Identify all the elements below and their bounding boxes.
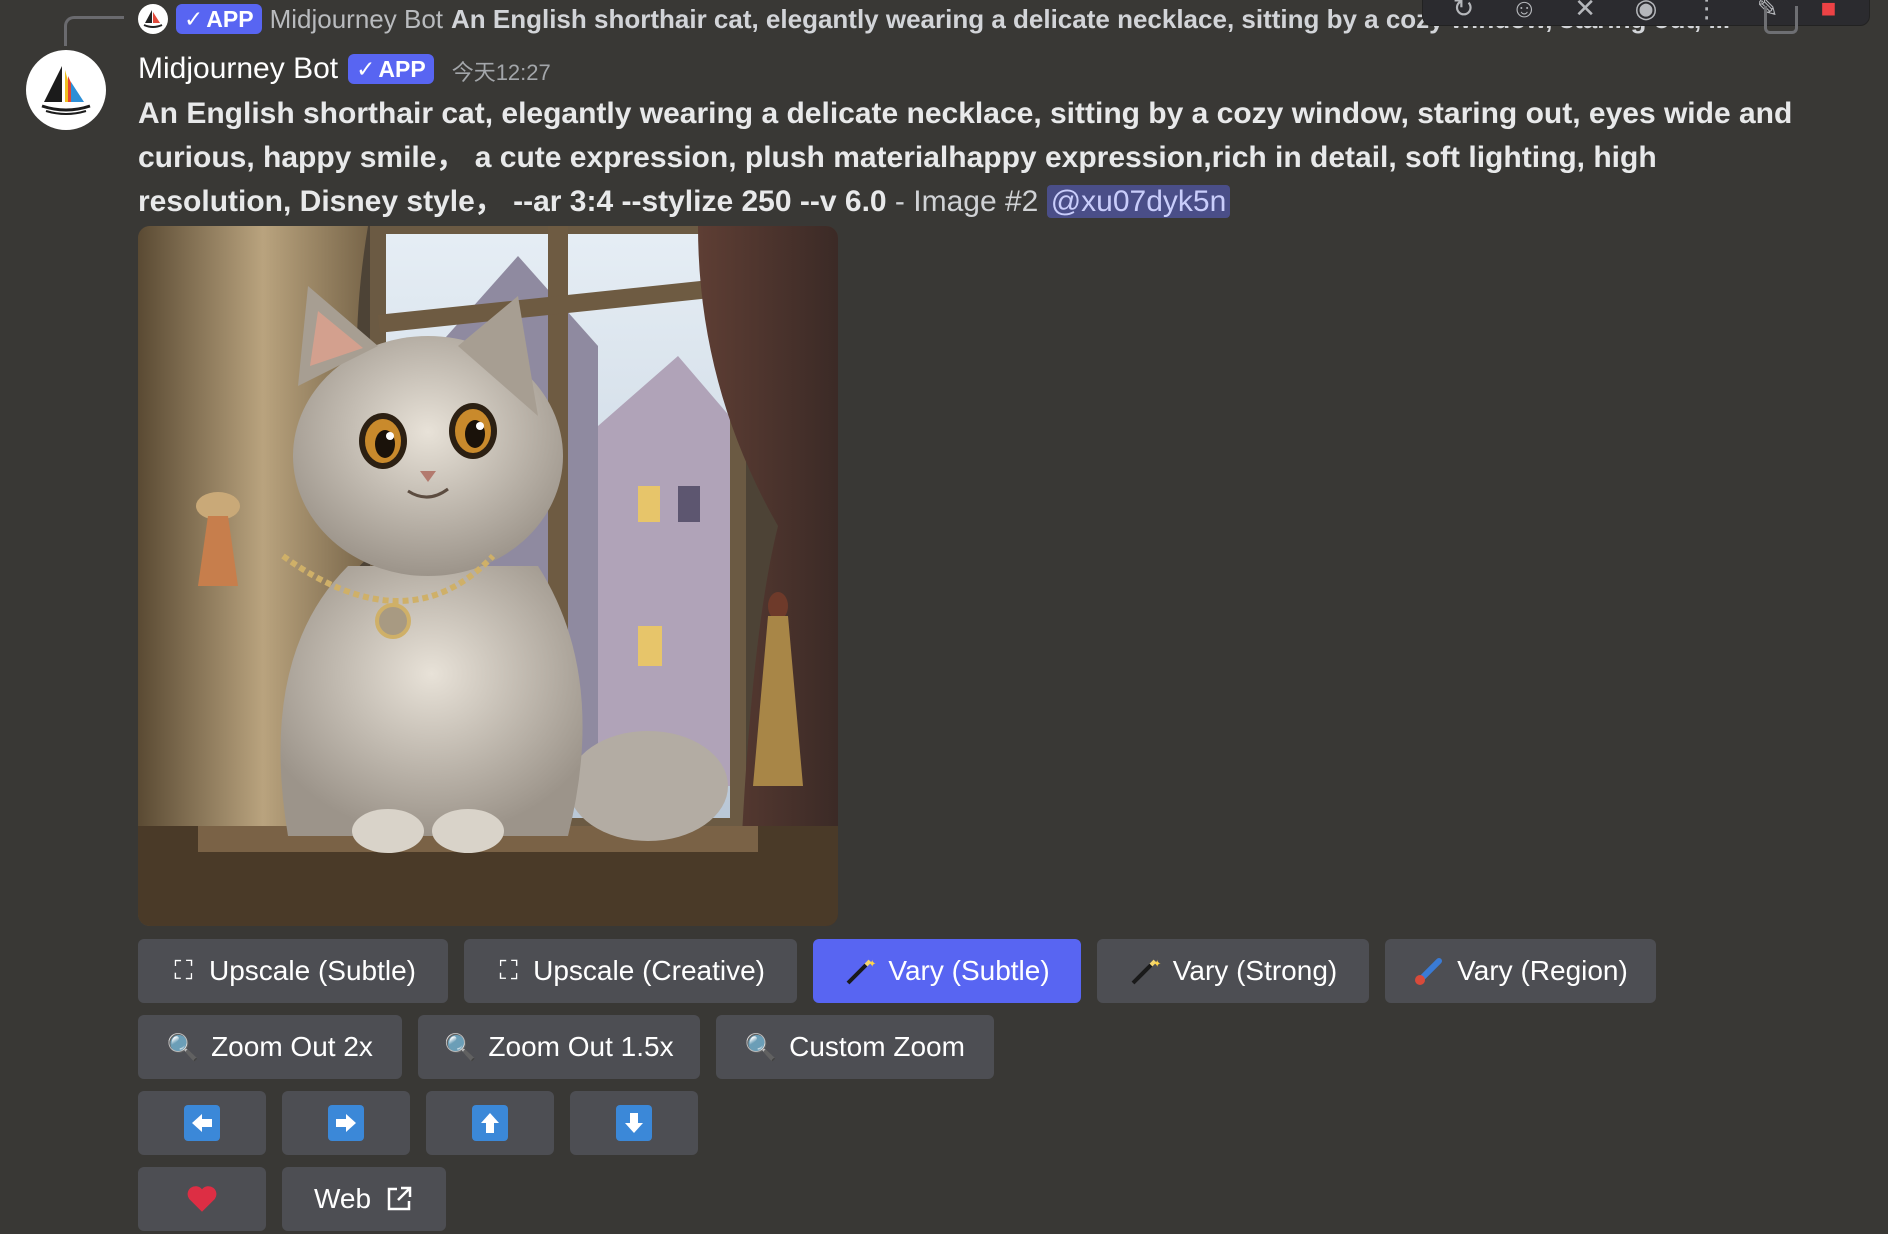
author-name[interactable]: Midjourney Bot [138,52,338,86]
external-link-icon [383,1183,414,1215]
upscale-subtle-button[interactable]: ⛶ Upscale (Subtle) [138,939,448,1003]
vary-region-button[interactable]: Vary (Region) [1385,939,1656,1003]
pan-down-button[interactable] [570,1091,698,1155]
upscale-creative-button[interactable]: ⛶ Upscale (Creative) [464,939,797,1003]
web-link-button[interactable]: Web [282,1167,446,1231]
generated-image[interactable] [138,226,838,926]
reply-app-badge: ✓ APP [176,4,262,34]
message-toolbar: ↻ ☺ ✕ ◉ ⋮ ✎ ■ [1422,0,1870,26]
custom-zoom-button[interactable]: 🔍 Custom Zoom [716,1015,994,1079]
timestamp[interactable]: 今天12:27 [452,55,551,87]
cat-window-illustration [138,226,838,926]
magnifier-icon: 🔍 [444,1031,477,1062]
check-icon: ✓ [356,55,376,82]
magic-wand-icon: ✦ [1129,955,1161,987]
svg-text:✦: ✦ [868,959,876,970]
favorite-button[interactable] [138,1167,266,1231]
extra-row: Web [138,1167,446,1231]
user-mention[interactable]: @xu07dyk5n [1046,185,1231,218]
reply-avatar [138,4,168,34]
reply-author[interactable]: Midjourney Bot [270,4,443,35]
reaction-icon[interactable]: ↻ [1446,0,1480,25]
delete-icon[interactable]: ■ [1811,0,1845,25]
arrow-up-icon [472,1105,508,1141]
expand-icon: ⛶ [499,955,518,985]
action-row-2: 🔍 Zoom Out 2x 🔍 Zoom Out 1.5x 🔍 Custom Z… [138,1015,994,1079]
arrow-down-icon [616,1105,652,1141]
zoom-out-2x-button[interactable]: 🔍 Zoom Out 2x [138,1015,402,1079]
sailboat-icon [143,10,163,28]
pan-row [138,1091,698,1155]
avatar[interactable] [26,50,106,130]
thread-icon[interactable]: ◉ [1629,0,1663,25]
message-header: Midjourney Bot ✓ APP 今天12:27 [138,48,551,90]
vary-strong-button[interactable]: ✦ Vary (Strong) [1097,939,1369,1003]
message-content: An English shorthair cat, elegantly wear… [138,92,1818,224]
add-reaction-icon[interactable]: ☺ [1507,0,1541,25]
vary-subtle-button[interactable]: ✦ Vary (Subtle) [813,939,1081,1003]
expand-icon: ⛶ [174,955,193,985]
paintbrush-icon [1413,955,1445,987]
magnifier-icon: 🔍 [166,1031,200,1062]
arrow-right-icon [328,1105,364,1141]
action-row-1: ⛶ Upscale (Subtle) ⛶ Upscale (Creative) … [138,939,1656,1003]
svg-text:✦: ✦ [1153,959,1161,970]
midjourney-logo-icon [41,66,91,115]
tools-icon[interactable]: ✕ [1568,0,1602,25]
image-label: Image #2 [913,185,1039,218]
separator: - [886,185,914,218]
reply-connector [64,16,124,46]
magnifier-icon: 🔍 [744,1031,778,1062]
app-badge: ✓ APP [348,54,434,84]
pan-up-button[interactable] [426,1091,554,1155]
pan-left-button[interactable] [138,1091,266,1155]
magic-wand-icon: ✦ [844,955,876,987]
copy-icon[interactable] [1764,6,1798,34]
zoom-out-1-5x-button[interactable]: 🔍 Zoom Out 1.5x [418,1015,700,1079]
more-icon[interactable]: ⋮ [1690,0,1724,25]
heart-icon [186,1183,218,1215]
pan-right-button[interactable] [282,1091,410,1155]
arrow-left-icon [184,1105,220,1141]
check-icon: ✓ [184,5,204,32]
